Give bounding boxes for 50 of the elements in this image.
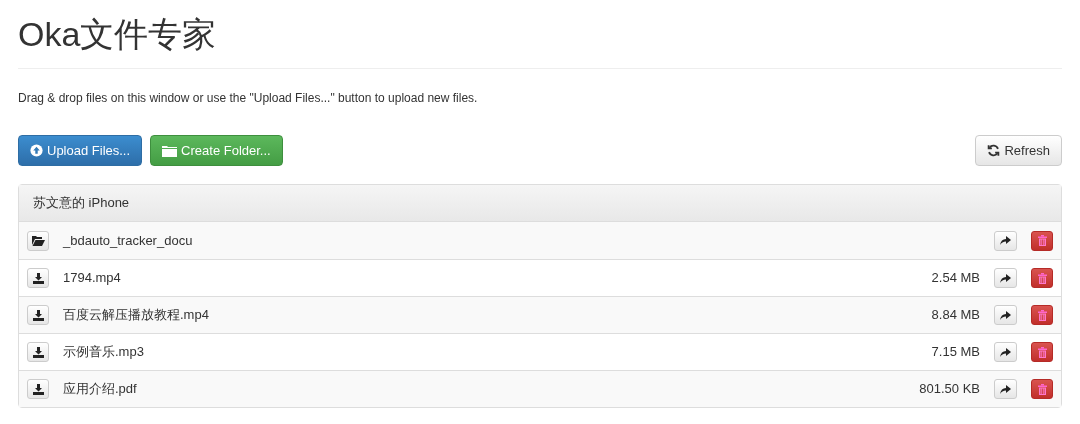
trash-icon <box>1037 235 1047 246</box>
delete-button[interactable] <box>1031 379 1053 399</box>
file-name: 应用介绍.pdf <box>63 380 137 399</box>
device-name: 苏文意的 iPhone <box>33 194 130 213</box>
delete-button[interactable] <box>1031 230 1053 251</box>
share-button[interactable] <box>994 379 1017 399</box>
share-arrow-icon <box>1000 384 1011 394</box>
download-button[interactable] <box>27 379 49 399</box>
share-button[interactable] <box>994 268 1017 288</box>
file-name: 1794.mp4 <box>63 269 121 288</box>
share-button[interactable] <box>994 230 1017 251</box>
folder-icon <box>162 144 178 157</box>
delete-button[interactable] <box>1031 305 1053 325</box>
refresh-button[interactable]: Refresh <box>975 135 1062 166</box>
delete-button[interactable] <box>1031 268 1053 288</box>
download-button[interactable] <box>27 268 49 288</box>
upload-button[interactable]: Upload Files... <box>18 135 143 166</box>
upload-icon <box>30 144 43 157</box>
download-icon <box>32 272 44 284</box>
file-name: 百度云解压播放教程.mp4 <box>63 306 209 325</box>
share-arrow-icon <box>1000 347 1011 357</box>
file-size: 2.54 MB <box>931 269 980 288</box>
download-icon <box>32 309 44 321</box>
trash-icon <box>1037 383 1047 395</box>
download-icon <box>32 383 44 395</box>
file-row[interactable]: 百度云解压播放教程.mp4 8.84 MB <box>19 296 1061 333</box>
file-size: 801.50 KB <box>919 380 980 399</box>
share-arrow-icon <box>1000 236 1011 245</box>
share-button[interactable] <box>994 342 1017 362</box>
trash-icon <box>1037 272 1047 284</box>
share-arrow-icon <box>1000 310 1011 320</box>
file-name: 示例音乐.mp3 <box>63 343 144 362</box>
trash-icon <box>1037 309 1047 321</box>
file-size: 7.15 MB <box>931 343 980 362</box>
file-size: 8.84 MB <box>931 306 980 325</box>
page-title: Oka文件专家 <box>18 14 218 55</box>
delete-button[interactable] <box>1031 342 1053 362</box>
refresh-icon <box>987 144 1001 157</box>
download-icon <box>32 346 44 358</box>
download-button[interactable] <box>27 305 49 325</box>
share-button[interactable] <box>994 305 1017 325</box>
trash-icon <box>1037 346 1047 358</box>
open-folder-icon <box>31 235 45 246</box>
share-arrow-icon <box>1000 273 1011 283</box>
file-name: _bdauto_tracker_docu <box>63 231 193 250</box>
open-folder-button[interactable] <box>27 230 49 251</box>
file-row[interactable]: 应用介绍.pdf 801.50 KB <box>19 370 1061 407</box>
help-text: Drag & drop files on this window or use the "Upload Files..." button to upload new files. <box>18 90 479 107</box>
file-row[interactable]: _bdauto_tracker_docu <box>19 222 1061 259</box>
download-button[interactable] <box>27 342 49 362</box>
